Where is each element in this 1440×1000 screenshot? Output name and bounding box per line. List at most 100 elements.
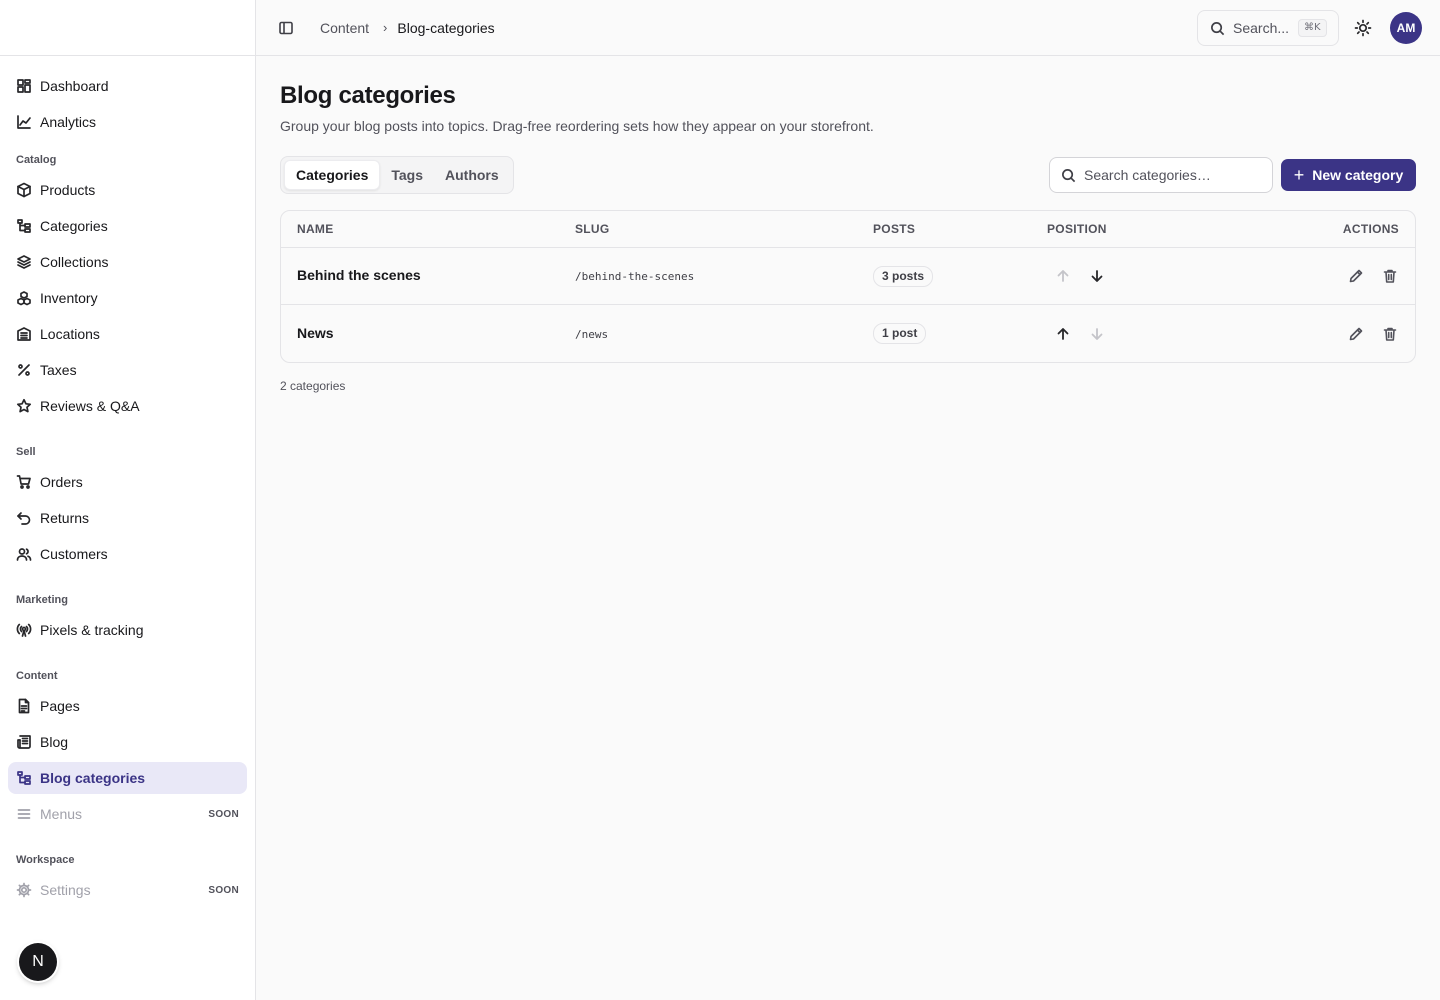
edit-button[interactable] [1347,267,1365,285]
sidebar-item-label: Returns [40,510,90,526]
table-header: NAME SLUG POSTS POSITION ACTIONS [281,211,1415,248]
tab-authors[interactable]: Authors [434,160,510,190]
panel-left-icon [278,20,294,36]
undo-icon [16,510,32,526]
nav-group-workspace: Workspace [16,854,75,866]
column-header-slug: SLUG [575,222,610,236]
category-search-input[interactable]: Search categories… [1049,157,1273,193]
sidebar-item-customers[interactable]: Customers [8,538,247,570]
column-header-position: POSITION [1047,222,1107,236]
sidebar-item-orders[interactable]: Orders [8,466,247,498]
boxes-icon [16,290,32,306]
category-name: News [297,324,334,341]
sidebar-item-locations[interactable]: Locations [8,318,247,350]
dashboard-icon [16,78,32,94]
sidebar-item-menus: Menus SOON [8,798,247,830]
sidebar-item-categories[interactable]: Categories [8,210,247,242]
posts-count-badge: 3 posts [873,265,934,287]
pencil-icon [1348,326,1364,342]
sidebar: Dashboard Analytics Catalog Products Cat… [0,0,256,1000]
sidebar-item-reviews[interactable]: Reviews & Q&A [8,390,247,422]
new-category-label: New category [1312,167,1404,183]
tree-icon [16,770,32,786]
sidebar-item-inventory[interactable]: Inventory [8,282,247,314]
global-search-button[interactable]: Search... ⌘K [1197,10,1339,46]
building-icon [16,326,32,342]
column-header-actions: ACTIONS [1342,222,1399,236]
sidebar-item-blog-categories[interactable]: Blog categories [8,762,247,794]
move-down-button[interactable] [1088,325,1106,343]
sidebar-item-label: Reviews & Q&A [40,398,140,414]
new-category-button[interactable]: + New category [1281,159,1416,191]
topbar: Content › Blog-categories Search... ⌘K A… [256,0,1440,56]
edit-button[interactable] [1347,325,1365,343]
tab-tags[interactable]: Tags [380,160,434,190]
nav-group-content: Content [16,670,58,682]
sun-icon [1354,19,1372,37]
percent-icon [16,362,32,378]
page-subtitle: Group your blog posts into topics. Drag-… [280,118,874,134]
users-icon [16,546,32,562]
sidebar-toggle-button[interactable] [276,18,296,38]
avatar[interactable]: AM [1390,12,1422,44]
sidebar-item-label: Locations [40,326,100,342]
categories-table: NAME SLUG POSTS POSITION ACTIONS Behind … [280,210,1416,363]
theme-toggle-button[interactable] [1352,17,1374,39]
sidebar-item-collections[interactable]: Collections [8,246,247,278]
radio-icon [16,622,32,638]
sidebar-item-dashboard[interactable]: Dashboard [8,70,247,102]
column-header-posts: POSTS [873,222,916,236]
sidebar-item-label: Products [40,182,96,198]
sidebar-item-blog[interactable]: Blog [8,726,247,758]
nav-group-catalog: Catalog [16,154,57,166]
breadcrumb-content[interactable]: Content [320,20,369,36]
nav-group-marketing: Marketing [16,594,68,606]
sidebar-item-analytics[interactable]: Analytics [8,106,247,138]
soon-badge: SOON [208,884,239,896]
tab-categories[interactable]: Categories [284,160,381,190]
sidebar-item-label: Categories [40,218,108,234]
page-title: Blog categories [280,82,456,109]
tree-icon [16,218,32,234]
sidebar-item-pages[interactable]: Pages [8,690,247,722]
keyboard-shortcut-hint: ⌘K [1298,19,1327,37]
category-slug: /news [575,327,609,341]
arrow-down-icon [1090,327,1104,341]
sidebar-item-pixels-tracking[interactable]: Pixels & tracking [8,614,247,646]
posts-count-badge: 1 post [873,323,927,344]
move-down-button[interactable] [1088,267,1106,285]
breadcrumb-current: Blog-categories [397,19,495,36]
column-header-name: NAME [297,222,334,236]
arrow-down-icon [1090,269,1104,283]
menu-icon [16,806,32,822]
sidebar-item-settings: Settings SOON [8,874,247,906]
delete-button[interactable] [1381,267,1399,285]
delete-button[interactable] [1381,325,1399,343]
sidebar-item-taxes[interactable]: Taxes [8,354,247,386]
sidebar-item-products[interactable]: Products [8,174,247,206]
soon-badge: SOON [208,808,239,820]
gear-icon [16,882,32,898]
category-count: 2 categories [280,379,346,393]
sidebar-item-label: Taxes [40,362,77,378]
analytics-icon [16,114,32,130]
move-up-button[interactable] [1054,267,1072,285]
category-search-placeholder: Search categories… [1084,167,1211,183]
sidebar-header [0,0,255,56]
sidebar-item-returns[interactable]: Returns [8,502,247,534]
trash-icon [1382,326,1398,342]
move-up-button[interactable] [1054,325,1072,343]
layers-icon [16,254,32,270]
sidebar-item-label: Menus [40,806,83,822]
nav-group-sell: Sell [16,446,36,458]
pencil-icon [1348,268,1364,284]
file-icon [16,698,32,714]
breadcrumb: Content › Blog-categories [320,20,495,36]
category-slug: /behind-the-scenes [575,270,695,283]
trash-icon [1382,268,1398,284]
sidebar-item-label: Dashboard [40,78,109,94]
star-icon [16,398,32,414]
search-icon [1210,21,1225,36]
global-search-placeholder: Search... [1233,20,1290,36]
next-logo-button[interactable]: N [19,943,57,981]
